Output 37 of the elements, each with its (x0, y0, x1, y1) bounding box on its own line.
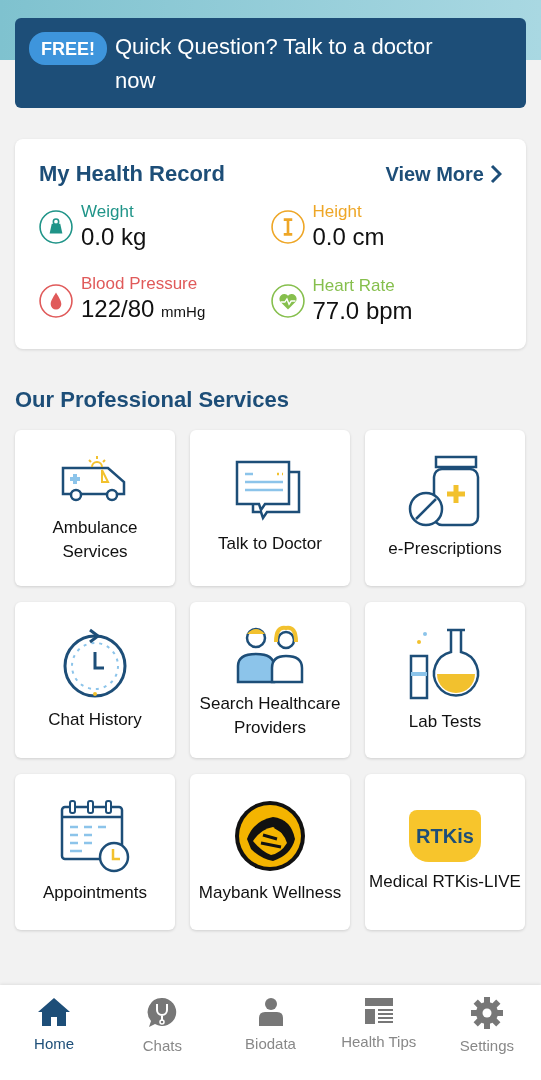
service-card[interactable]: e-Prescriptions (365, 430, 525, 586)
settings-icon (470, 997, 503, 1029)
metric-value: 122/80 mmHg (81, 294, 206, 324)
calendar-clock-icon (58, 799, 132, 873)
medicine-bottle-icon (408, 455, 482, 529)
metric-label: Heart Rate (312, 275, 396, 296)
banner-text: Quick Question? Talk to a doctor now (115, 33, 434, 95)
free-badge: FREE! (29, 32, 107, 65)
banner[interactable]: FREE! Quick Question? Talk to a doctor now (15, 18, 526, 108)
service-card[interactable]: Lab Tests (365, 602, 525, 758)
home-icon (37, 997, 72, 1027)
nav-tab[interactable]: Home (0, 985, 109, 1080)
service-card[interactable]: Appointments (15, 774, 175, 930)
nav-tab[interactable]: Settings (432, 985, 541, 1080)
section-title: Our Professional Services (15, 386, 290, 414)
view-more-link[interactable]: View More (385, 158, 502, 189)
metric-label: Weight (81, 202, 135, 222)
metric-label: Blood Pressure (81, 274, 199, 294)
card-title: My Health Record (39, 160, 225, 188)
metric-value: 77.0 bpm (312, 295, 413, 326)
stethoscope-chat-icon (146, 997, 179, 1029)
service-card[interactable]: Chat History (15, 602, 175, 758)
news-icon (363, 997, 394, 1025)
service-card[interactable]: Maybank Wellness (190, 774, 350, 930)
nav-tab[interactable]: Biodata (216, 985, 325, 1080)
metric-label: Height (312, 202, 363, 222)
service-card[interactable]: RTKis Medical RTKis-LIVE (365, 774, 525, 930)
metric-value: 0.0 cm (312, 222, 385, 252)
rtkis-logo: RTKis (409, 810, 481, 862)
service-card[interactable]: Search Healthcare Providers (190, 602, 350, 758)
nav-tab[interactable]: Health Tips (324, 985, 433, 1080)
metric-value: 0.0 kg (81, 222, 147, 252)
chevron-right-icon (490, 163, 502, 184)
service-card[interactable]: Ambulance Services (15, 430, 175, 586)
service-card[interactable]: Talk to Doctor (190, 430, 350, 586)
person-icon (257, 997, 284, 1027)
nav-tab[interactable]: Chats (108, 985, 217, 1080)
